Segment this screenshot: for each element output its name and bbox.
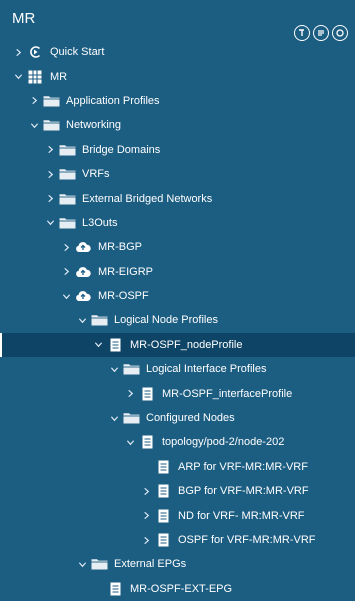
- chevron-right-icon[interactable]: [12, 48, 24, 57]
- doc-icon: [138, 387, 156, 401]
- tree-item-label: topology/pod-2/node-202: [162, 436, 285, 449]
- chevron-down-icon[interactable]: [44, 218, 56, 227]
- tree-item-nd-for-vrf-mr-mr-vrf[interactable]: ND for VRF- MR:MR-VRF: [0, 503, 355, 527]
- chevron-right-icon[interactable]: [44, 194, 56, 203]
- doc-icon: [154, 509, 172, 523]
- tree-item-label: MR-OSPF-EXT-EPG: [130, 582, 233, 595]
- tree-item-configured-nodes[interactable]: Configured Nodes: [0, 406, 355, 430]
- folder-icon: [42, 94, 60, 108]
- tree-item-logical-node-profiles[interactable]: Logical Node Profiles: [0, 308, 355, 332]
- chevron-down-icon[interactable]: [60, 292, 72, 301]
- tree-item-application-profiles[interactable]: Application Profiles: [0, 89, 355, 113]
- chevron-down-icon[interactable]: [12, 72, 24, 81]
- panel-list-icon[interactable]: [313, 25, 329, 41]
- tree-item-label: MR-EIGRP: [98, 265, 153, 278]
- tree-item-label: Application Profiles: [66, 94, 160, 107]
- navigation-tree: Quick Start MR Application Profiles Network…: [0, 40, 355, 601]
- chevron-right-icon[interactable]: [60, 267, 72, 276]
- doc-icon: [154, 460, 172, 474]
- tree-item-label: BGP for VRF-MR:MR-VRF: [178, 485, 309, 498]
- tree-item-mr-ospf-ext-epg[interactable]: MR-OSPF-EXT-EPG: [0, 577, 355, 601]
- chevron-down-icon[interactable]: [108, 414, 120, 423]
- folder-icon: [42, 118, 60, 132]
- chevron-down-icon[interactable]: [124, 438, 136, 447]
- panel-tool-icon[interactable]: [294, 25, 310, 41]
- tree-item-label: External EPGs: [114, 558, 187, 571]
- panel-title: MR: [12, 10, 36, 27]
- tree-item-mr-bgp[interactable]: MR-BGP: [0, 235, 355, 259]
- chevron-down-icon[interactable]: [92, 340, 104, 349]
- tree-item-label: Networking: [66, 119, 122, 132]
- tree-item-ospf-for-vrf-mr-mr-vrf[interactable]: OSPF for VRF-MR:MR-VRF: [0, 528, 355, 552]
- tree-item-mr-ospf-nodeprofile[interactable]: MR-OSPF_nodeProfile: [0, 332, 355, 358]
- folder-icon: [58, 192, 76, 206]
- doc-icon: [106, 338, 124, 352]
- chevron-right-icon[interactable]: [28, 96, 40, 105]
- tree-item-label: Quick Start: [50, 46, 105, 59]
- folder-icon: [90, 557, 108, 571]
- tree-item-mr-ospf-interfaceprofile[interactable]: MR-OSPF_interfaceProfile: [0, 381, 355, 405]
- tree-item-label: Logical Node Profiles: [114, 314, 218, 327]
- chevron-right-icon[interactable]: [140, 487, 152, 496]
- panel-refresh-icon[interactable]: [332, 25, 348, 41]
- tree-item-label: OSPF for VRF-MR:MR-VRF: [178, 534, 316, 546]
- tree-item-label: MR: [50, 70, 68, 83]
- tree-item-mr[interactable]: MR: [0, 64, 355, 88]
- doc-icon: [154, 484, 172, 498]
- chevron-down-icon[interactable]: [76, 316, 88, 325]
- folder-icon: [90, 313, 108, 327]
- tree-item-arp-for-vrf-mr-mr-vrf[interactable]: ARP for VRF-MR:MR-VRF: [0, 455, 355, 479]
- tree-item-label: MR-BGP: [98, 241, 142, 254]
- cloud-icon: [74, 265, 92, 279]
- cloud-icon: [74, 289, 92, 303]
- tree-item-vrfs[interactable]: VRFs: [0, 162, 355, 186]
- tree-item-topology-pod-2-node-202[interactable]: topology/pod-2/node-202: [0, 430, 355, 454]
- chevron-right-icon[interactable]: [44, 145, 56, 154]
- tenant-icon: [26, 70, 44, 84]
- folder-icon: [58, 216, 76, 230]
- tree-item-networking[interactable]: Networking: [0, 113, 355, 137]
- chevron-down-icon[interactable]: [76, 560, 88, 569]
- chevron-right-icon[interactable]: [140, 536, 152, 545]
- tree-item-label: Logical Interface Profiles: [146, 363, 267, 376]
- tree-item-bridge-domains[interactable]: Bridge Domains: [0, 138, 355, 162]
- chevron-right-icon[interactable]: [60, 243, 72, 252]
- panel-header: MR: [0, 0, 355, 41]
- folder-icon: [58, 143, 76, 157]
- tree-item-quick-start[interactable]: Quick Start: [0, 40, 355, 64]
- chevron-down-icon[interactable]: [28, 121, 40, 130]
- tree-item-external-bridged-networks[interactable]: External Bridged Networks: [0, 186, 355, 210]
- quick-start-icon: [26, 45, 44, 59]
- tree-item-mr-ospf[interactable]: MR-OSPF: [0, 284, 355, 308]
- tree-item-label: ND for VRF- MR:MR-VRF: [178, 509, 305, 522]
- folder-icon: [58, 167, 76, 181]
- tree-item-label: External Bridged Networks: [82, 192, 213, 205]
- folder-icon: [122, 411, 140, 425]
- chevron-right-icon[interactable]: [44, 170, 56, 179]
- tree-item-mr-eigrp[interactable]: MR-EIGRP: [0, 260, 355, 284]
- tree-item-label: VRFs: [82, 168, 110, 181]
- doc-icon: [106, 582, 124, 596]
- tree-item-label: ARP for VRF-MR:MR-VRF: [178, 460, 308, 473]
- tree-item-label: Bridge Domains: [82, 143, 161, 156]
- tree-item-external-epgs[interactable]: External EPGs: [0, 552, 355, 576]
- chevron-right-icon[interactable]: [124, 389, 136, 398]
- tree-item-logical-interface-profiles[interactable]: Logical Interface Profiles: [0, 357, 355, 381]
- tree-item-label: MR-OSPF_nodeProfile: [130, 338, 243, 351]
- chevron-down-icon[interactable]: [108, 365, 120, 374]
- tree-item-label: L3Outs: [82, 216, 118, 229]
- folder-icon: [122, 362, 140, 376]
- chevron-right-icon[interactable]: [140, 511, 152, 520]
- doc-icon: [154, 533, 172, 547]
- tree-item-label: MR-OSPF_interfaceProfile: [162, 387, 293, 400]
- tree-item-label: Configured Nodes: [146, 412, 235, 425]
- doc-icon: [138, 435, 156, 449]
- tree-item-label: MR-OSPF: [98, 290, 149, 303]
- cloud-icon: [74, 240, 92, 254]
- tree-item-l3outs[interactable]: L3Outs: [0, 211, 355, 235]
- tree-item-bgp-for-vrf-mr-mr-vrf[interactable]: BGP for VRF-MR:MR-VRF: [0, 479, 355, 503]
- header-toolbar: [294, 25, 348, 41]
